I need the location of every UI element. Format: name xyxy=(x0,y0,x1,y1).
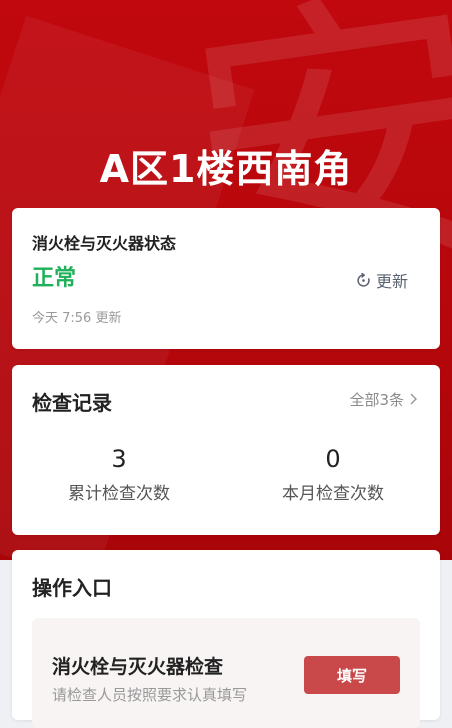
total-inspections-stat: 3 累计检查次数 xyxy=(12,443,226,504)
fill-in-button[interactable]: 填写 xyxy=(304,656,400,694)
status-card-title: 消火栓与灭火器状态 xyxy=(32,234,177,253)
status-card: 消火栓与灭火器状态 正常 今天 7:56 更新 更新 xyxy=(12,208,440,349)
total-inspections-value: 3 xyxy=(111,445,127,473)
inspection-entry-desc: 请检查人员按照要求认真填写 xyxy=(52,686,248,704)
total-inspections-label: 累计检查次数 xyxy=(68,484,170,504)
monthly-inspections-label: 本月检查次数 xyxy=(282,484,384,504)
records-title: 检查记录 xyxy=(32,391,112,415)
last-updated-text: 今天 7:56 更新 xyxy=(32,311,122,326)
inspection-entry: 消火栓与灭火器检查 请检查人员按照要求认真填写 填写 xyxy=(32,618,420,728)
view-all-records-link[interactable]: 全部3条 xyxy=(349,389,418,410)
operations-title: 操作入口 xyxy=(32,576,112,600)
monthly-inspections-value: 0 xyxy=(325,445,341,473)
monthly-inspections-stat: 0 本月检查次数 xyxy=(226,443,440,504)
refresh-button[interactable]: 更新 xyxy=(356,268,408,292)
view-all-label: 全部3条 xyxy=(349,391,404,409)
refresh-label: 更新 xyxy=(375,272,408,291)
inspection-entry-name: 消火栓与灭火器检查 xyxy=(52,656,224,678)
operations-card: 操作入口 消火栓与灭火器检查 请检查人员按照要求认真填写 填写 xyxy=(12,550,440,728)
status-value: 正常 xyxy=(32,266,77,291)
records-card: 检查记录 全部3条 3 累计检查次数 0 本月检查次数 xyxy=(12,365,440,535)
location-title: A区1楼西南角 xyxy=(99,147,353,191)
refresh-icon xyxy=(356,272,371,288)
chevron-right-icon xyxy=(410,391,418,409)
